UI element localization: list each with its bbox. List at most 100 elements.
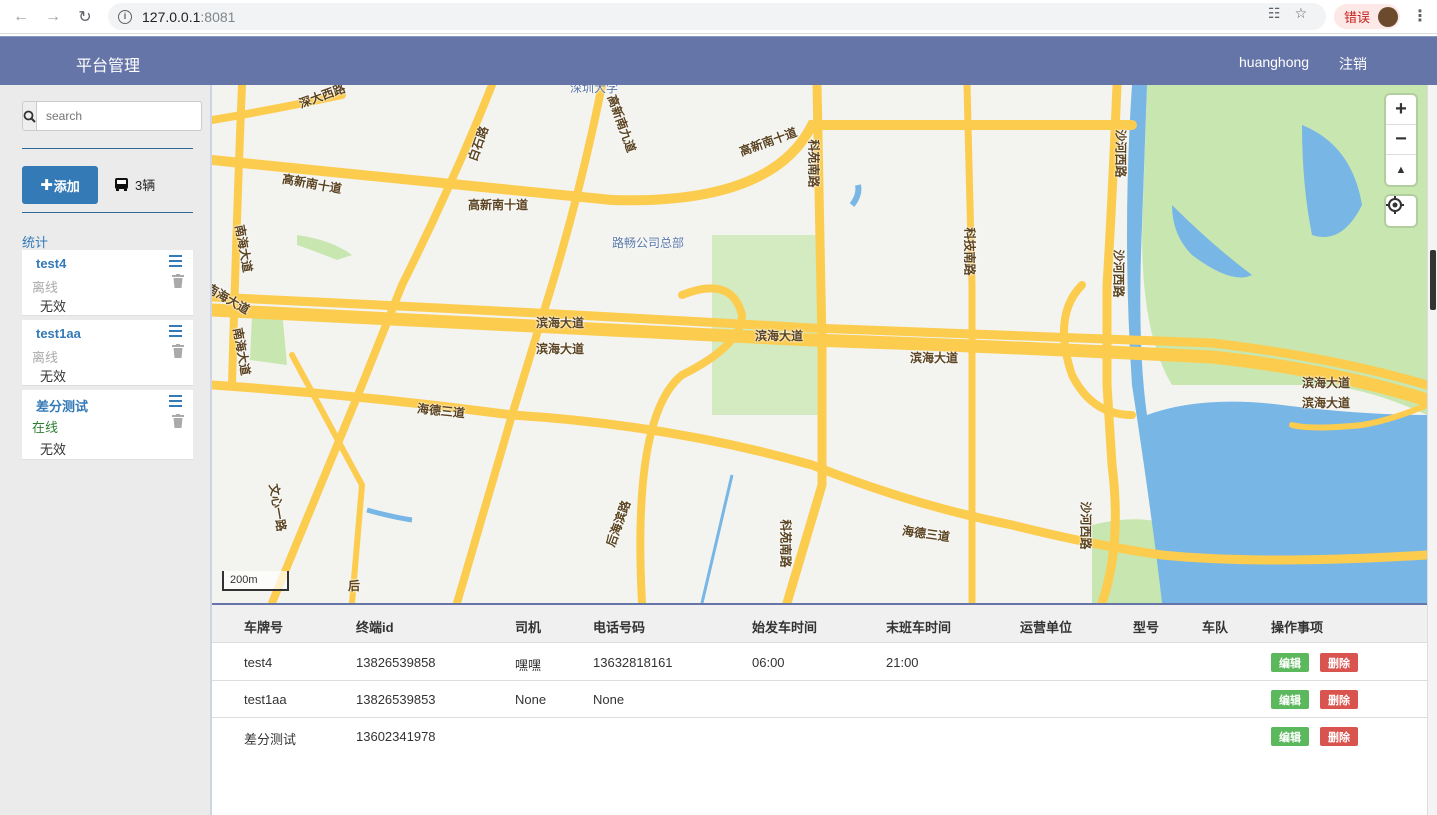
cell-plate: 差分测试 — [244, 732, 297, 747]
browser-menu-icon[interactable]: ⋮ — [1412, 6, 1428, 26]
sidebar: ✚添加 3辆 统计 test4 离线 无效 test1aa 离线 无效 差分测试… — [0, 85, 212, 815]
trash-icon[interactable] — [172, 414, 184, 428]
translate-icon[interactable]: ☷ — [1268, 5, 1281, 22]
brand-title[interactable]: 平台管理 — [76, 52, 140, 76]
vehicle-count: 3辆 — [114, 175, 155, 194]
map-label: 后 — [348, 579, 361, 593]
vehicle-card[interactable]: test4 离线 无效 — [22, 250, 193, 316]
vehicle-validity: 无效 — [40, 299, 67, 314]
stats-link[interactable]: 统计 — [22, 232, 48, 251]
cell-driver: 嘿嘿 — [515, 658, 542, 673]
cell-terminal: 13826539858 — [356, 655, 436, 670]
col-operator: 运营单位 — [1020, 620, 1073, 635]
edit-button[interactable]: 编辑 — [1271, 690, 1309, 709]
map-view[interactable]: 深大西路 深圳大学 高新南十道 高新南十道 高新南十道 白石路 高新南九道 科苑… — [212, 85, 1427, 603]
table-row: test4 13826539858 嘿嘿 13632818161 06:00 2… — [212, 644, 1427, 681]
map-label: 滨海大道 — [1302, 376, 1351, 390]
search-icon — [22, 101, 37, 131]
profile-avatar — [1378, 6, 1399, 27]
col-terminal: 终端id — [356, 620, 394, 635]
map-label: 沙河西路 — [1111, 249, 1126, 298]
logout-link[interactable]: 注销 — [1339, 54, 1367, 74]
back-icon[interactable]: ← — [10, 6, 32, 28]
cell-last-bus: 21:00 — [886, 655, 919, 670]
map-label: 科苑南路 — [806, 139, 821, 188]
page-scrollbar[interactable] — [1427, 85, 1437, 815]
cell-first-bus: 06:00 — [752, 655, 785, 670]
divider — [22, 212, 193, 213]
search-input[interactable] — [37, 101, 202, 131]
vehicle-validity: 无效 — [40, 442, 67, 457]
map-label: 滨海大道 — [1302, 396, 1351, 410]
locate-icon — [1386, 196, 1404, 214]
col-actions: 操作事项 — [1271, 620, 1324, 635]
map-label: 滨海大道 — [910, 351, 959, 365]
address-bar[interactable]: i 127.0.0.1:8081 — [108, 3, 1326, 30]
search-group — [22, 101, 202, 131]
map-label: 滨海大道 — [536, 316, 585, 330]
menu-icon[interactable] — [169, 255, 182, 270]
vehicle-status: 在线 — [32, 420, 59, 435]
map-label: 滨海大道 — [755, 329, 804, 343]
col-last-bus: 末班车时间 — [886, 620, 952, 635]
scrollbar-thumb[interactable] — [1430, 250, 1436, 310]
zoom-in-button[interactable]: + — [1386, 95, 1416, 125]
col-driver: 司机 — [515, 620, 542, 635]
cell-driver: None — [515, 692, 547, 707]
zoom-out-button[interactable]: − — [1386, 125, 1416, 155]
col-fleet: 车队 — [1202, 620, 1229, 635]
table-header: 车牌号 终端id 司机 电话号码 始发车时间 末班车时间 运营单位 型号 车队 … — [212, 605, 1427, 643]
map-label: 科技南路 — [962, 227, 977, 276]
address-url[interactable]: 127.0.0.1:8081 — [142, 9, 235, 25]
vehicle-status: 离线 — [32, 280, 59, 295]
username-link[interactable]: huanghong — [1239, 54, 1309, 70]
compass-button[interactable]: ▲ — [1386, 155, 1416, 185]
edit-button[interactable]: 编辑 — [1271, 727, 1309, 746]
map-label: 沙河西路 — [1078, 501, 1093, 550]
browser-toolbar: ← → ↻ i 127.0.0.1:8081 ☷ ☆ 错误 ⋮ — [0, 0, 1437, 34]
forward-icon[interactable]: → — [42, 6, 64, 28]
add-vehicle-button[interactable]: ✚ 添加 — [22, 166, 98, 204]
profile-error-chip[interactable]: 错误 — [1334, 4, 1400, 29]
vehicle-card[interactable]: 差分测试 在线 无效 — [22, 390, 193, 460]
col-plate: 车牌号 — [244, 620, 284, 635]
delete-button[interactable]: 删除 — [1320, 690, 1358, 709]
vehicle-name[interactable]: test4 — [36, 256, 66, 271]
col-phone: 电话号码 — [593, 620, 646, 635]
col-model: 型号 — [1133, 620, 1160, 635]
bus-icon — [115, 178, 128, 191]
vehicle-validity: 无效 — [40, 369, 67, 384]
app-header: 平台管理 huanghong 注销 — [0, 36, 1437, 85]
plus-icon: ✚ — [40, 177, 53, 194]
menu-icon[interactable] — [169, 325, 182, 340]
trash-icon[interactable] — [172, 274, 184, 288]
cell-plate: test1aa — [244, 692, 287, 707]
bookmark-star-icon[interactable]: ☆ — [1295, 5, 1308, 22]
table-row: test1aa 13826539853 None None 编辑 删除 — [212, 681, 1427, 718]
cell-terminal: 13602341978 — [356, 729, 436, 744]
delete-button[interactable]: 删除 — [1320, 727, 1358, 746]
col-first-bus: 始发车时间 — [752, 620, 818, 635]
cell-phone: 13632818161 — [593, 655, 673, 670]
delete-button[interactable]: 删除 — [1320, 653, 1358, 672]
site-info-icon[interactable]: i — [118, 9, 132, 24]
vehicle-table: 车牌号 终端id 司机 电话号码 始发车时间 末班车时间 运营单位 型号 车队 … — [212, 603, 1427, 815]
cell-terminal: 13826539853 — [356, 692, 436, 707]
locate-button[interactable] — [1386, 196, 1416, 226]
edit-button[interactable]: 编辑 — [1271, 653, 1309, 672]
map-label: 高新南十道 — [468, 198, 529, 212]
vehicle-card[interactable]: test1aa 离线 无效 — [22, 320, 193, 386]
trash-icon[interactable] — [172, 344, 184, 358]
cell-plate: test4 — [244, 655, 273, 670]
map-scale: 200m — [222, 571, 289, 591]
vehicle-status: 离线 — [32, 350, 59, 365]
map-label: 沙河西路 — [1113, 129, 1128, 178]
vehicle-name[interactable]: test1aa — [36, 326, 81, 341]
reload-icon[interactable]: ↻ — [74, 6, 96, 28]
vehicle-list: test4 离线 无效 test1aa 离线 无效 差分测试 在线 无效 — [22, 250, 193, 464]
divider — [22, 148, 193, 149]
vehicle-name[interactable]: 差分测试 — [36, 396, 88, 415]
table-row: 差分测试 13602341978 编辑 删除 — [212, 718, 1427, 755]
cell-phone: None — [593, 692, 625, 707]
menu-icon[interactable] — [169, 395, 182, 410]
